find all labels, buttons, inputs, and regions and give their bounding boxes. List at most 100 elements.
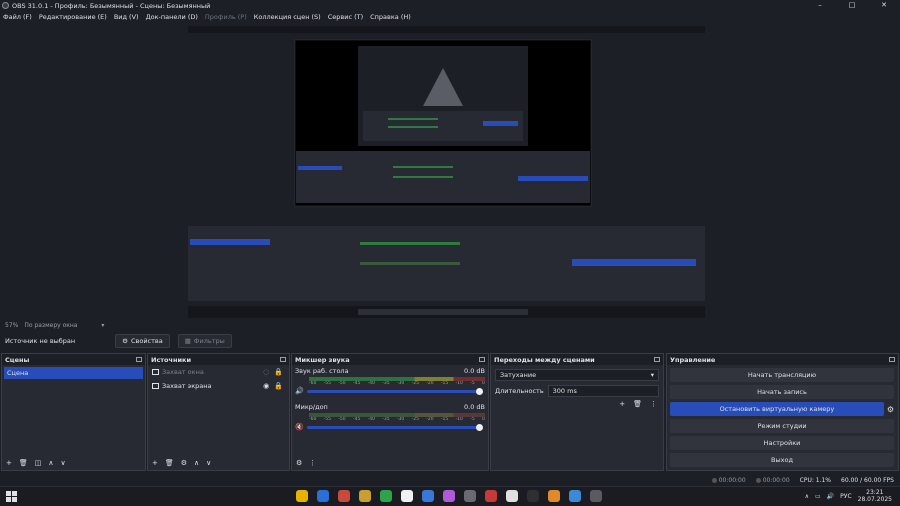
chevron-up-icon[interactable]: ∧ <box>805 493 809 500</box>
start-streaming-button[interactable]: Начать трансляцию <box>670 368 894 382</box>
undock-icon[interactable] <box>889 357 895 362</box>
move-down-button[interactable]: ∨ <box>206 459 211 467</box>
windows-taskbar: ∧ ▭ 🔊 РУС 23:21 28.07.2025 <box>0 486 900 506</box>
menu-view[interactable]: Вид (V) <box>114 13 139 21</box>
scale-mode-select[interactable]: По размеру окна ▾ <box>24 322 104 329</box>
menu-help[interactable]: Справка (H) <box>370 13 411 21</box>
source-item-screen-capture[interactable]: Захват экрана ◉ 🔒 <box>148 379 289 393</box>
transition-actions: + 🗑 ⋮ <box>619 400 657 408</box>
scene-item-label: Сцена <box>7 369 29 377</box>
taskbar-app-icon[interactable] <box>485 490 497 502</box>
controls-dock-title: Управление <box>670 355 716 364</box>
minimize-button[interactable]: – <box>804 0 836 11</box>
remove-scene-button[interactable]: 🗑 <box>19 459 28 467</box>
network-icon[interactable]: ▭ <box>815 493 821 500</box>
settings-button[interactable]: Настройки <box>670 436 894 450</box>
taskbar-app-icon[interactable] <box>506 490 518 502</box>
menu-tools[interactable]: Сервис (T) <box>328 13 363 21</box>
taskbar-app-icon[interactable] <box>422 490 434 502</box>
taskbar-app-icon[interactable] <box>338 490 350 502</box>
source-item-label: Захват экрана <box>162 382 212 390</box>
eye-hidden-icon[interactable]: ◌ <box>263 368 269 376</box>
taskbar-app-icon[interactable] <box>569 490 581 502</box>
taskbar-app-icon[interactable] <box>548 490 560 502</box>
volume-slider[interactable] <box>307 423 483 431</box>
taskbar-app-icon[interactable] <box>443 490 455 502</box>
transition-type-select[interactable]: Затухание ▾ <box>495 369 659 381</box>
scenes-dock-header: Сцены <box>2 354 145 365</box>
remove-transition-button[interactable]: 🗑 <box>633 400 642 408</box>
close-button[interactable]: ✕ <box>868 0 900 11</box>
taskbar-app-icon[interactable] <box>380 490 392 502</box>
duration-value: 300 ms <box>552 387 577 395</box>
menu-file[interactable]: Файл (F) <box>3 13 32 21</box>
exit-button[interactable]: Выход <box>670 453 894 467</box>
transition-menu-button[interactable]: ⋮ <box>650 400 657 408</box>
meter-scale: -60 -55 -50 -45 -40 -35 -30 -25 -20 -15 -10 -5 0 <box>309 381 485 386</box>
filters-button[interactable]: ▦ Фильтры <box>177 334 232 348</box>
sources-dock-title: Источники <box>151 355 191 364</box>
preview-area[interactable] <box>0 23 900 320</box>
start-recording-button[interactable]: Начать запись <box>670 385 894 399</box>
move-up-button[interactable]: ∧ <box>194 459 199 467</box>
advanced-audio-button[interactable]: ⚙ <box>296 459 302 467</box>
chevron-down-icon: ▾ <box>101 322 105 329</box>
undock-icon[interactable] <box>280 357 286 362</box>
menu-bar: Файл (F) Редактирование (E) Вид (V) Док-… <box>0 11 900 23</box>
duration-input[interactable]: 300 ms <box>547 385 659 397</box>
menu-profile[interactable]: Профиль (P) <box>205 13 247 21</box>
source-item-window-capture[interactable]: Захват окна ◌ 🔒 <box>148 365 289 379</box>
windows-start-icon[interactable] <box>6 491 17 502</box>
scene-filters-button[interactable]: ◫ <box>35 459 42 467</box>
maximize-button[interactable]: □ <box>836 0 868 11</box>
preview-canvas[interactable] <box>188 26 705 318</box>
monitor-icon <box>152 383 159 389</box>
slider-knob[interactable] <box>476 387 483 395</box>
volume-slider[interactable] <box>307 387 483 395</box>
menu-docks[interactable]: Док-панели (D) <box>146 13 198 21</box>
undock-icon[interactable] <box>654 357 660 362</box>
lock-icon[interactable]: 🔒 <box>274 382 283 390</box>
audio-mixer-dock: Микшер звука Звук раб. стола 0.0 dB -60 -5… <box>291 353 489 471</box>
scenes-dock-title: Сцены <box>5 355 30 364</box>
speaker-icon[interactable]: 🔊 <box>295 387 307 395</box>
studio-mode-button[interactable]: Режим студии <box>670 419 894 433</box>
move-up-button[interactable]: ∧ <box>48 459 53 467</box>
taskbar-app-icon[interactable] <box>527 490 539 502</box>
volume-icon[interactable]: 🔊 <box>827 493 834 500</box>
gear-icon[interactable]: ⚙ <box>887 405 894 414</box>
sources-dock: Источники Захват окна ◌ 🔒 Захват экрана ◉… <box>147 353 290 471</box>
taskbar-app-icon[interactable] <box>317 490 329 502</box>
add-scene-button[interactable]: + <box>6 459 12 467</box>
controls-dock-header: Управление <box>667 354 898 365</box>
channel-db: 0.0 dB <box>464 367 485 375</box>
eye-icon[interactable]: ◉ <box>263 382 269 390</box>
scene-item[interactable]: Сцена <box>4 367 143 379</box>
menu-scene-collection[interactable]: Коллекция сцен (S) <box>254 13 321 21</box>
filters-label: Фильтры <box>193 337 225 345</box>
taskbar-app-icon[interactable] <box>296 490 308 502</box>
undock-icon[interactable] <box>479 357 485 362</box>
input-language[interactable]: РУС <box>840 493 851 500</box>
remove-source-button[interactable]: 🗑 <box>165 459 174 467</box>
source-properties-button[interactable]: ⚙ <box>181 459 187 467</box>
scale-mode-value: По размеру окна <box>24 322 78 329</box>
lock-icon[interactable]: 🔒 <box>274 368 283 376</box>
add-transition-button[interactable]: + <box>619 400 625 408</box>
taskbar-app-icon[interactable] <box>590 490 602 502</box>
speaker-muted-icon[interactable]: 🔇 <box>295 423 307 431</box>
taskbar-app-icon[interactable] <box>401 490 413 502</box>
slider-knob[interactable] <box>476 423 483 431</box>
move-down-button[interactable]: ∨ <box>61 459 66 467</box>
stop-virtual-camera-button[interactable]: Остановить виртуальную камеру <box>670 402 884 416</box>
sources-footer: + 🗑 ⚙ ∧ ∨ <box>148 456 289 470</box>
add-source-button[interactable]: + <box>152 459 158 467</box>
clock[interactable]: 23:21 28.07.2025 <box>858 489 892 503</box>
mixer-menu-button[interactable]: ⋮ <box>309 459 316 467</box>
menu-edit[interactable]: Редактирование (E) <box>39 13 107 21</box>
clock-time: 23:21 <box>866 489 884 496</box>
properties-button[interactable]: ⚙ Свойства <box>115 334 170 348</box>
taskbar-app-icon[interactable] <box>359 490 371 502</box>
undock-icon[interactable] <box>136 357 142 362</box>
taskbar-app-icon[interactable] <box>464 490 476 502</box>
